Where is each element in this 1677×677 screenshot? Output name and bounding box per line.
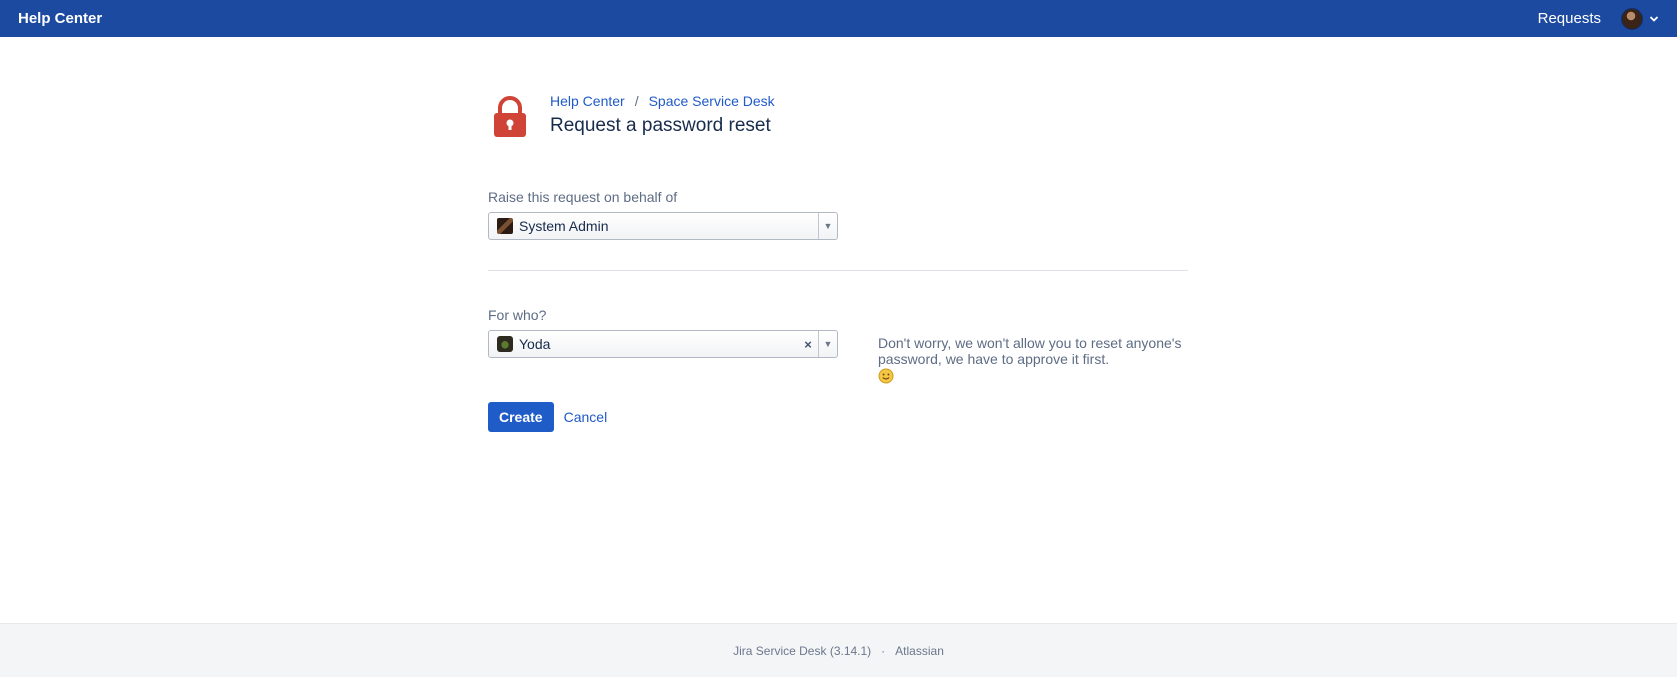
page-title: Request a password reset [550, 115, 771, 136]
section-divider [488, 270, 1188, 271]
dropdown-arrow-icon[interactable]: ▼ [818, 331, 837, 357]
breadcrumb-space-service-desk[interactable]: Space Service Desk [649, 93, 775, 109]
breadcrumb: Help Center / Space Service Desk [550, 93, 775, 109]
behalf-select-value: System Admin [519, 218, 609, 234]
footer-product-link[interactable]: Jira Service Desk (3.14.1) [733, 644, 871, 658]
breadcrumb-help-center[interactable]: Help Center [550, 93, 625, 109]
help-center-home-link[interactable]: Help Center [18, 10, 102, 27]
requests-link[interactable]: Requests [1538, 10, 1601, 27]
top-navigation-bar: Help Center Requests [0, 0, 1677, 37]
for-who-select[interactable]: Yoda × ▼ [488, 330, 838, 358]
chevron-down-icon [1649, 15, 1659, 22]
cancel-link[interactable]: Cancel [564, 409, 608, 425]
footer-atlassian-link[interactable]: Atlassian [895, 644, 944, 658]
header-text: Help Center / Space Service Desk Request… [550, 90, 775, 137]
dropdown-arrow-icon[interactable]: ▼ [818, 213, 837, 239]
for-who-help-text: Don't worry, we won't allow you to reset… [878, 335, 1198, 384]
behalf-select[interactable]: System Admin ▼ [488, 212, 838, 240]
breadcrumb-separator: / [634, 93, 639, 109]
behalf-field-label: Raise this request on behalf of [488, 189, 678, 205]
footer-separator: · [881, 643, 886, 658]
user-menu[interactable] [1621, 7, 1659, 30]
create-button[interactable]: Create [488, 402, 554, 432]
system-admin-avatar [497, 218, 513, 234]
help-text-message: Don't worry, we won't allow you to reset… [878, 335, 1182, 367]
page-header: Help Center / Space Service Desk Request… [488, 90, 1188, 138]
clear-selection-icon[interactable]: × [798, 337, 818, 352]
user-avatar [1621, 7, 1643, 30]
smiley-icon [878, 368, 894, 384]
for-who-select-value: Yoda [519, 336, 551, 352]
topbar-right-group: Requests [1538, 7, 1659, 30]
yoda-avatar [497, 336, 513, 352]
form-actions: Create Cancel [488, 402, 607, 432]
for-who-field-label: For who? [488, 307, 547, 323]
footer: Jira Service Desk (3.14.1) · Atlassian [0, 623, 1677, 677]
main-content: Help Center / Space Service Desk Request… [488, 90, 1188, 432]
lock-icon [494, 96, 526, 137]
